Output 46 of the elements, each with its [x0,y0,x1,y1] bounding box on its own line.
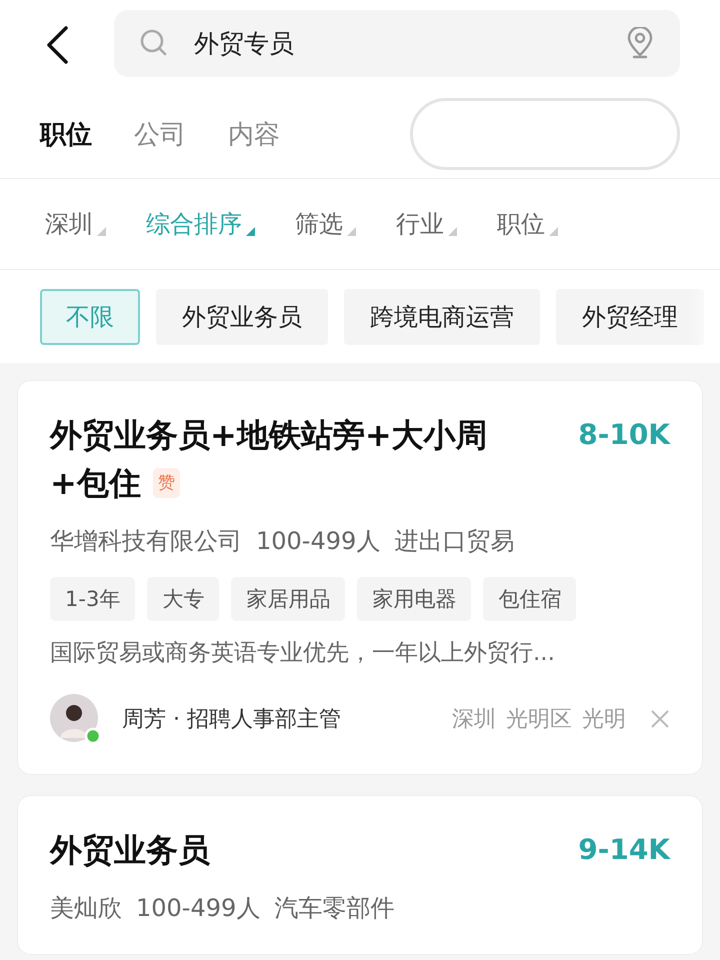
industry: 进出口贸易 [394,526,514,557]
dropdown-triangle-icon [347,227,356,236]
filter-dropdown[interactable]: 行业 [396,208,457,240]
salary: 8-10K [578,417,670,453]
job-card[interactable]: 外贸业务员+地铁站旁+大小周 +包住 赞 8-10K 华增科技有限公司 100-499人 进出口贸易 1-3年 大专 家居用品 家用电器 包住宿 国际贸易或商务英语专业优先，一年以上外贸行... 周芳 · 招聘人事部主管 深圳 光明区 光明 [17,380,703,775]
job-card[interactable]: 外贸业务员 9-14K 美灿欣 100-499人 汽车零部件 [17,795,703,955]
filter-dropdown[interactable]: 筛选 [295,208,356,240]
dropdown-triangle-icon [549,227,558,236]
filter-chip[interactable]: 跨境电商运营 [344,288,540,344]
location-text: 光明区 [506,706,572,734]
job-tag: 包住宿 [483,577,576,621]
tab[interactable]: 公司 [134,116,186,152]
tab[interactable]: 职位 [40,116,92,152]
search-field[interactable]: 外贸专员 [114,10,680,76]
company-size: 100-499人 [136,893,260,924]
job-title: +包住 [50,464,141,502]
search-icon [140,29,168,57]
company-name: 美灿欣 [50,893,122,924]
recruiter-name: 周芳 · 招聘人事部主管 [122,706,342,734]
close-icon[interactable] [650,709,670,729]
back-icon[interactable] [46,26,68,64]
salary: 9-14K [578,832,670,868]
filter-chip[interactable]: 外贸业务员 [156,288,328,344]
dropdown-triangle-icon [97,227,106,236]
location-text: 光明 [582,706,626,734]
dropdown-triangle-icon [246,227,255,236]
job-tag: 家居用品 [231,577,346,621]
location-pin-icon[interactable] [626,27,654,59]
praise-badge: 赞 [152,468,180,498]
industry: 汽车零部件 [274,893,394,924]
company-name: 华增科技有限公司 [50,526,242,557]
filter-dropdown[interactable]: 职位 [497,208,558,240]
job-title: 外贸业务员+地铁站旁+大小周 [50,416,488,454]
filter-chip[interactable]: 外贸经理 [556,288,704,344]
job-title: 外贸业务员 [50,831,210,869]
tab[interactable]: 内容 [228,116,280,152]
job-tag: 1-3年 [50,577,136,621]
company-size: 100-499人 [256,526,380,557]
avatar [50,694,100,744]
job-description: 国际贸易或商务英语专业优先，一年以上外贸行... [50,639,556,668]
filter-dropdown[interactable]: 深圳 [45,208,106,240]
dropdown-triangle-icon [448,227,457,236]
job-tag: 大专 [147,577,220,621]
location-text: 深圳 [452,706,496,734]
filter-dropdown[interactable]: 综合排序 [146,208,255,240]
job-tag: 家用电器 [357,577,472,621]
